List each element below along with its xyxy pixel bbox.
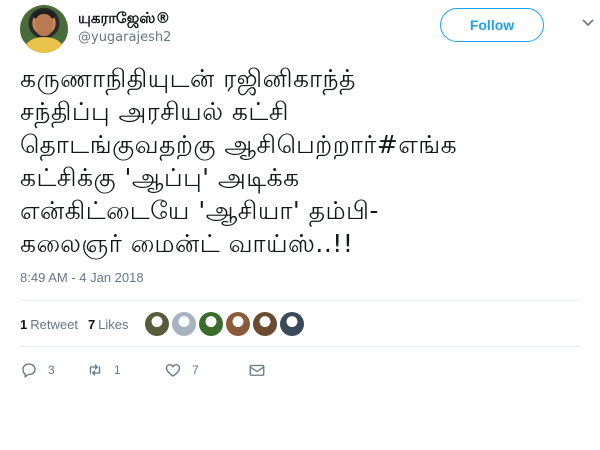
heart-icon [165,364,181,377]
follow-button[interactable]: Follow [440,8,544,42]
divider [20,346,580,347]
likers-list [144,312,307,336]
liker-avatar[interactable] [252,312,277,336]
tweet-text: கருணாநிதியுடன் ரஜினிகாந்த் சந்திப்பு அரச… [20,64,458,258]
reply-icon [22,363,36,379]
retweet-label: Retweet [30,316,78,332]
default-avatar[interactable] [171,312,196,336]
retweet-icon [89,364,101,376]
message-action[interactable] [248,361,266,379]
author-avatar[interactable] [20,5,68,53]
liker-avatar[interactable] [225,312,250,336]
avatar-shirt [26,37,62,53]
liker-avatar[interactable] [279,312,304,336]
author-name[interactable]: யுகராஜேஸ்® [78,9,170,29]
tweet-timestamp[interactable]: 8:49 AM - 4 Jan 2018 [20,270,144,285]
avatar-face [35,14,53,36]
reply-action[interactable]: 3 [20,361,86,379]
tweet-header: யுகராஜேஸ்® @yugarajesh2 Follow [20,5,594,55]
likes-label: Likes [98,316,129,332]
author-handle[interactable]: @yugarajesh2 [78,30,171,45]
like-action[interactable]: 7 [164,361,248,379]
tweet-actions: 3 1 7 [20,360,266,380]
envelope-icon [249,364,265,376]
divider [20,300,580,301]
likes-count: 7 [87,316,96,332]
like-action-count: 7 [192,363,199,377]
retweet-count: 1 [20,316,28,332]
liker-avatar[interactable] [144,312,169,336]
tweet-stats: 1 Retweet 7 Likes [20,312,307,336]
chevron-down-icon[interactable] [582,19,594,27]
reply-count: 3 [48,363,55,377]
likes-stat[interactable]: 7 Likes [88,317,129,332]
liker-avatar[interactable] [198,312,223,336]
retweet-action[interactable]: 1 [86,361,164,379]
retweet-action-count: 1 [114,363,121,377]
retweet-stat[interactable]: 1 Retweet [20,317,78,332]
